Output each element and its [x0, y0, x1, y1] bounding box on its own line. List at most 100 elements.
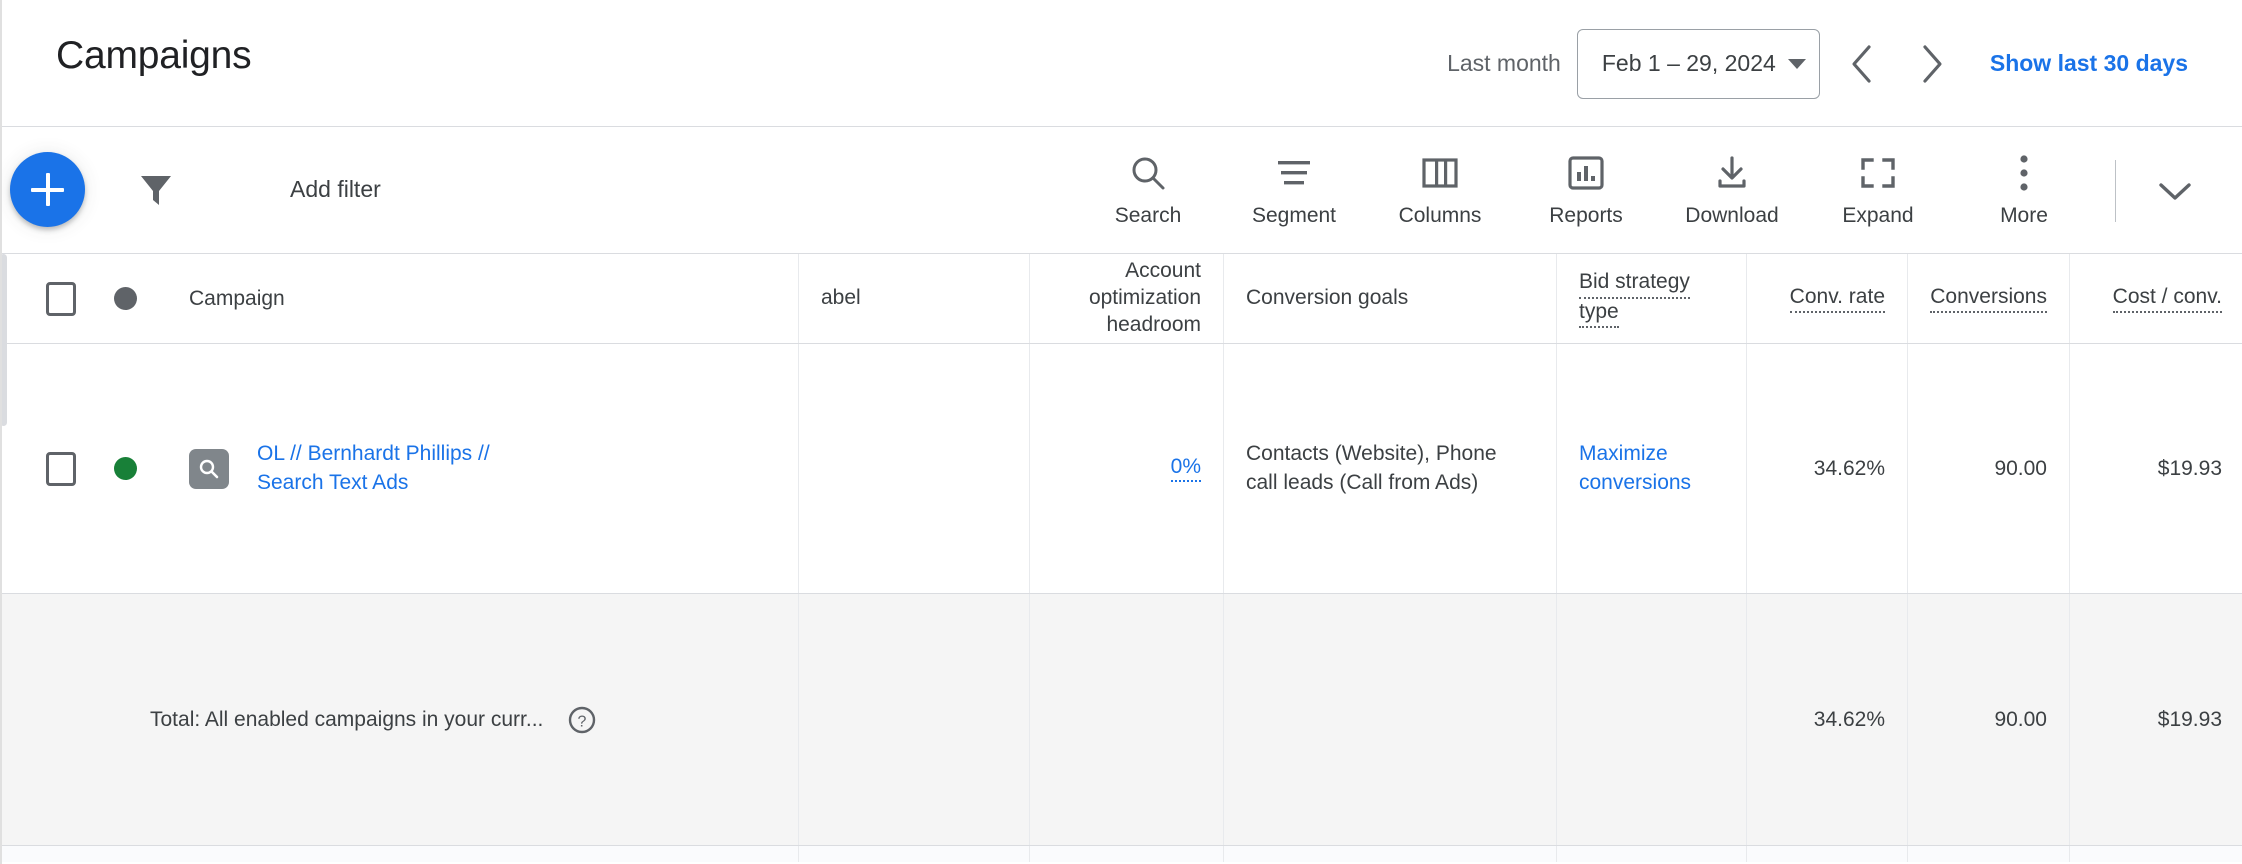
header-label-conversions: Conversions — [1930, 284, 2047, 314]
campaign-name-line1: OL // Bernhardt Phillips // — [257, 441, 490, 465]
page-header: Campaigns Last month Feb 1 – 29, 2024 Sh… — [2, 0, 2242, 127]
segment-icon — [1275, 153, 1313, 193]
table-row-partial — [2, 846, 2242, 862]
reports-label: Reports — [1549, 204, 1623, 227]
expand-icon — [1860, 153, 1896, 193]
row-cell-cost-conv: $19.93 — [2070, 344, 2242, 593]
expand-button[interactable]: Expand — [1805, 136, 1951, 246]
header-label-headroom-2: optimization — [1088, 286, 1201, 310]
total-cost-conv-value: $19.93 — [2157, 707, 2222, 731]
page-title: Campaigns — [56, 34, 252, 77]
search-button[interactable]: Search — [1075, 136, 1221, 246]
toolbar-actions: Search Segment Columns Reports Download … — [1075, 127, 2242, 254]
header-cell-campaign: Campaign — [2, 254, 799, 343]
funnel-icon — [141, 176, 171, 205]
header-label-bid-strategy-1: Bid strategy — [1579, 269, 1690, 299]
partial-cell-conversions — [1908, 846, 2070, 862]
campaign-status-dot — [114, 457, 137, 480]
header-cell-conversion-goals: Conversion goals — [1224, 254, 1557, 343]
add-filter-label[interactable]: Add filter — [290, 176, 381, 203]
vertical-scrollbar[interactable] — [2, 254, 7, 426]
headroom-value-link[interactable]: 0% — [1170, 455, 1201, 482]
collapse-toolbar-button[interactable] — [2130, 146, 2220, 236]
partial-cell-goals — [1224, 846, 1557, 862]
total-label-text: Total: All enabled campaigns in your cur… — [150, 707, 544, 731]
row-select-checkbox[interactable] — [46, 451, 76, 486]
header-cell-conversions: Conversions — [1908, 254, 2070, 343]
show-last-30-days-link[interactable]: Show last 30 days — [1990, 50, 2188, 77]
total-cell-conv-rate: 34.62% — [1747, 594, 1908, 845]
columns-label: Columns — [1398, 204, 1482, 227]
search-label: Search — [1114, 204, 1182, 227]
total-cell-conversions: 90.00 — [1908, 594, 2070, 845]
segment-label: Segment — [1251, 204, 1337, 227]
filter-button[interactable] — [138, 171, 174, 214]
partial-cell-bid — [1557, 846, 1747, 862]
header-label-bid-strategy-2: type — [1579, 299, 1619, 329]
expand-label: Expand — [1842, 204, 1914, 227]
row-cell-conversions: 90.00 — [1908, 344, 2070, 593]
conv-rate-value: 34.62% — [1813, 456, 1885, 480]
date-range-selector[interactable]: Feb 1 – 29, 2024 — [1576, 28, 1820, 99]
download-icon — [1713, 153, 1751, 193]
reports-button[interactable]: Reports — [1513, 136, 1659, 246]
segment-button[interactable]: Segment — [1221, 136, 1367, 246]
total-cell-cost-conv: $19.93 — [2070, 594, 2242, 845]
table-toolbar: Add filter Search Segment Columns Report… — [2, 127, 2242, 254]
chevron-right-icon — [1923, 44, 1942, 83]
table-header-row: Campaign abel Account optimization headr… — [2, 254, 2242, 344]
total-cell-label: Total: All enabled campaigns in your cur… — [2, 594, 799, 845]
total-conv-rate-value: 34.62% — [1813, 707, 1885, 731]
status-filter-dot[interactable] — [114, 287, 137, 310]
header-cell-bid-strategy-type: Bid strategy type — [1557, 254, 1747, 343]
total-cell-bid-strategy — [1557, 594, 1747, 845]
header-label-headroom-3: headroom — [1106, 312, 1201, 336]
row-cell-bid-strategy: Maximize conversions — [1557, 344, 1747, 593]
campaign-name-line2: Search Text Ads — [257, 470, 409, 494]
total-conversions-value: 90.00 — [1994, 707, 2047, 731]
row-cell-campaign: OL // Bernhardt Phillips // Search Text … — [2, 344, 799, 593]
partial-cell-cost-conv — [2070, 846, 2242, 862]
svg-text:?: ? — [578, 713, 587, 730]
help-circle-icon[interactable]: ? — [567, 705, 597, 735]
columns-icon — [1421, 153, 1459, 193]
cost-conv-value: $19.93 — [2157, 456, 2222, 480]
table-row[interactable]: OL // Bernhardt Phillips // Search Text … — [2, 344, 2242, 594]
search-icon — [1129, 153, 1167, 193]
total-cell-conversion-goals — [1224, 594, 1557, 845]
header-label-campaign: Campaign — [189, 286, 285, 310]
download-label: Download — [1685, 204, 1779, 227]
chevron-left-icon — [1852, 44, 1871, 83]
total-cell-headroom — [1030, 594, 1224, 845]
campaign-name-link[interactable]: OL // Bernhardt Phillips // Search Text … — [257, 440, 490, 497]
row-cell-conv-rate: 34.62% — [1747, 344, 1908, 593]
partial-cell-label — [799, 846, 1030, 862]
columns-button[interactable]: Columns — [1367, 136, 1513, 246]
header-cell-cost-conv: Cost / conv. — [2070, 254, 2242, 343]
bid-strategy-line1: Maximize — [1579, 441, 1668, 465]
header-cell-headroom: Account optimization headroom — [1030, 254, 1224, 343]
campaigns-table: Campaign abel Account optimization headr… — [2, 254, 2242, 864]
date-range-controls: Last month Feb 1 – 29, 2024 Show last 30… — [1447, 0, 2242, 127]
create-campaign-button[interactable] — [10, 152, 85, 227]
row-cell-headroom: 0% — [1030, 344, 1224, 593]
download-button[interactable]: Download — [1659, 136, 1805, 246]
more-label: More — [2000, 204, 2048, 227]
partial-cell-headroom — [1030, 846, 1224, 862]
conversion-goals-line2: call leads (Call from Ads) — [1246, 470, 1479, 494]
date-preset-label: Last month — [1447, 50, 1561, 76]
bid-strategy-link[interactable]: Maximize conversions — [1579, 440, 1691, 497]
header-cell-label: abel — [799, 254, 1030, 343]
header-label-label: abel — [821, 286, 861, 310]
next-period-button[interactable] — [1904, 36, 1960, 92]
more-button[interactable]: More — [1951, 136, 2097, 246]
bid-strategy-line2: conversions — [1579, 470, 1692, 494]
chevron-down-icon — [1787, 58, 1806, 69]
total-cell-label-col — [799, 594, 1030, 845]
reports-chart-icon — [1567, 153, 1605, 193]
previous-period-button[interactable] — [1834, 36, 1890, 92]
chevron-down-icon — [2159, 182, 2191, 200]
search-campaign-icon — [189, 448, 229, 489]
select-all-checkbox[interactable] — [46, 281, 76, 316]
partial-cell-campaign — [2, 846, 799, 862]
